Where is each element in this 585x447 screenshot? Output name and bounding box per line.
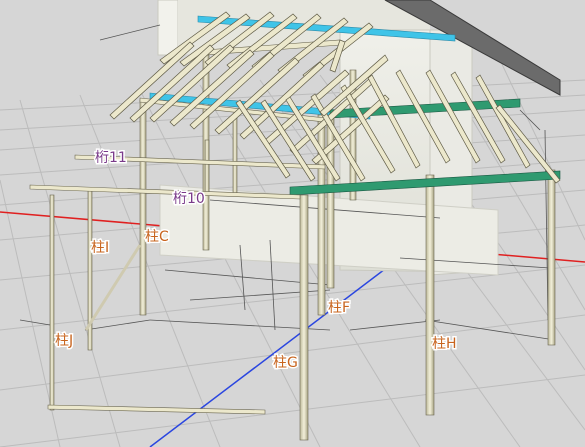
3d-scene[interactable]: 桁11 桁10 柱I 柱C 柱J 柱F 柱G 柱H (0, 0, 585, 447)
label-hashira-g[interactable]: 柱G (272, 354, 300, 373)
label-keta10[interactable]: 桁10 (172, 190, 207, 209)
label-hashira-j[interactable]: 柱J (54, 332, 75, 351)
label-hashira-c[interactable]: 柱C (144, 228, 171, 247)
label-hashira-f[interactable]: 柱F (327, 299, 352, 318)
label-hashira-h[interactable]: 柱H (431, 335, 459, 354)
cad-3d-viewport[interactable]: 桁11 桁10 柱I 柱C 柱J 柱F 柱G 柱H (0, 0, 585, 447)
label-hashira-i[interactable]: 柱I (90, 239, 111, 258)
label-keta11[interactable]: 桁11 (94, 149, 129, 168)
